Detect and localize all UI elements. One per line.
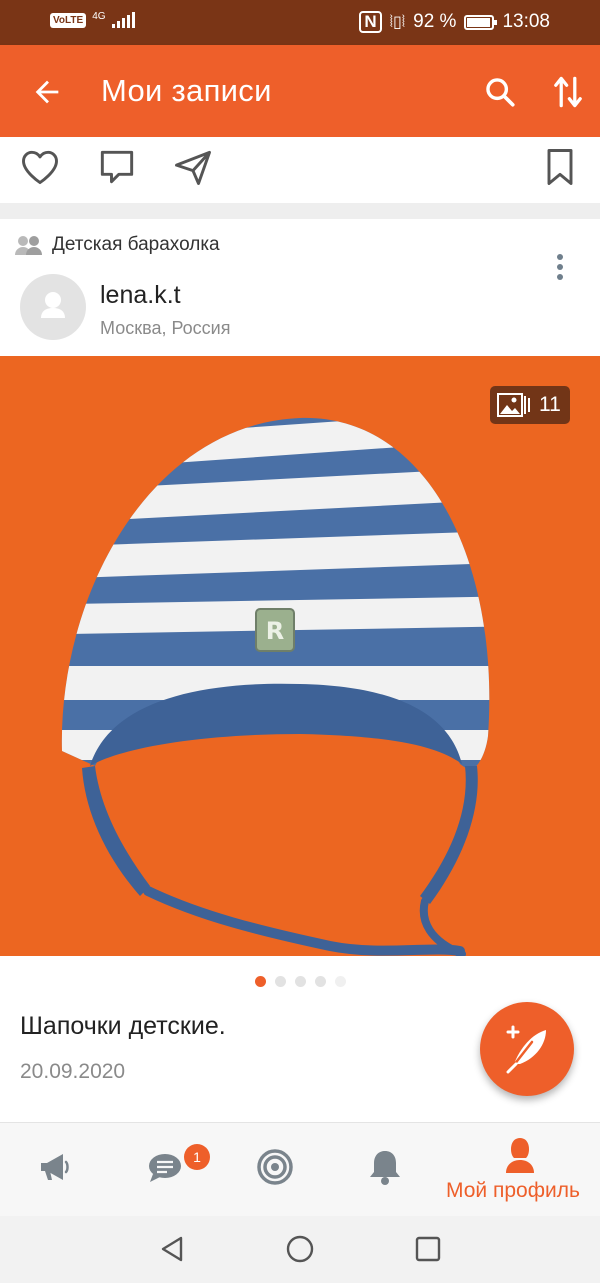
battery-icon [464,14,498,30]
volte-indicator: VoLTE [50,12,87,28]
gallery-icon [497,393,530,417]
author-name[interactable]: lena.k.t [100,281,181,310]
bottom-tab-bar: 1 Мой профиль [0,1122,600,1216]
share-icon[interactable] [171,145,215,189]
bookmark-icon[interactable] [538,145,582,189]
comment-icon[interactable] [95,145,139,189]
group-name: Детская барахолка [52,234,220,255]
group-icon [15,236,42,255]
group-link[interactable]: Детская барахолка [14,234,220,256]
bell-icon [370,1151,400,1185]
target-icon [257,1149,293,1185]
carousel-dot[interactable] [275,976,286,987]
tab-notifications[interactable] [330,1123,440,1217]
carousel-indicator [255,976,346,987]
carousel-dot[interactable] [315,976,326,987]
chat-icon [149,1154,181,1182]
battery-percent: 92 % [413,11,457,32]
hat-photo: R [61,417,490,956]
avatar[interactable] [20,274,86,340]
network-type: 4G [92,11,106,22]
system-nav-bar [0,1216,600,1283]
tab-discussions[interactable] [220,1123,330,1217]
status-right: N ⦚▯⦚ 92 % 13:08 [359,11,550,33]
sort-icon[interactable] [551,73,585,111]
feather-icon [506,1025,546,1074]
photo-count: 11 [539,393,561,416]
post-actions [0,137,600,203]
divider [0,203,600,219]
more-vertical-icon[interactable] [548,252,572,284]
nav-recents-icon[interactable] [413,1234,443,1264]
author-location: Москва, Россия [100,318,231,338]
avatar-placeholder-icon [41,292,65,318]
tab-profile-label[interactable]: Мой профиль [446,1179,580,1203]
carousel-dot[interactable] [255,976,266,987]
profile-icon [506,1138,534,1173]
search-icon[interactable] [483,75,517,109]
post-header: Детская барахолка lena.k.t Москва, Росси… [0,219,600,356]
tab-messages[interactable] [110,1123,220,1217]
svg-text:R: R [266,617,284,645]
new-post-button[interactable] [480,1002,574,1096]
megaphone-icon [41,1154,69,1180]
signal-icon [111,12,135,28]
status-left: VoLTE 4G [50,12,135,28]
nav-home-icon[interactable] [285,1234,315,1264]
post-date: 20.09.2020 [20,1060,126,1083]
status-bar: VoLTE 4G N ⦚▯⦚ 92 % 13:08 [0,0,600,45]
app-bar: Мои записи [0,45,600,137]
post-photo[interactable]: R [0,356,600,956]
vibrate-icon: ⦚▯⦚ [389,14,406,31]
post-title: Шапочки детские. [20,1012,226,1040]
tab-feed[interactable] [0,1123,110,1217]
heart-icon[interactable] [18,145,62,189]
arrow-left-icon[interactable] [30,75,64,109]
photo-count-badge: 11 [490,386,570,424]
page-title: Мои записи [101,73,272,108]
messages-badge: 1 [184,1144,210,1170]
carousel-dot[interactable] [335,976,346,987]
nfc-icon: N [359,11,382,33]
nav-back-icon[interactable] [157,1234,187,1264]
clock: 13:08 [502,11,550,32]
carousel-dot[interactable] [295,976,306,987]
